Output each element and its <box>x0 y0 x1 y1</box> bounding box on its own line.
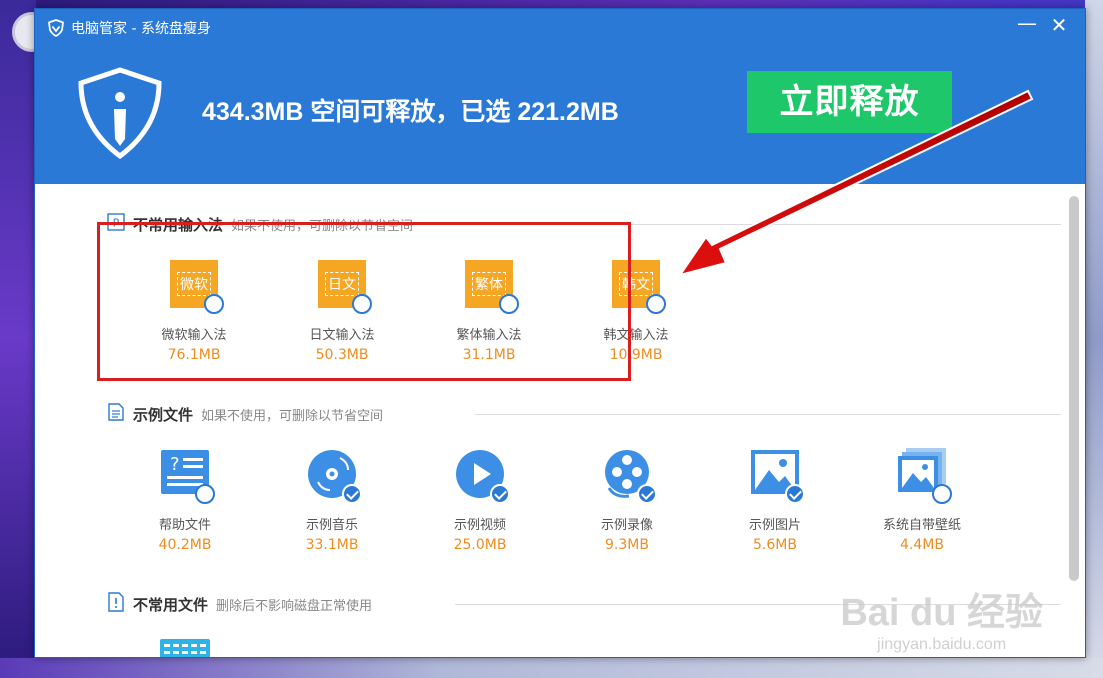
scrollbar-thumb[interactable] <box>1069 196 1079 581</box>
sample-item-music[interactable]: 示例音乐 33.1MB <box>272 446 392 553</box>
file-alert-icon <box>107 592 125 616</box>
watermark-sub: jingyan.baidu.com <box>877 636 1007 653</box>
section-divider <box>475 414 1061 415</box>
ime-korean-checkbox[interactable] <box>646 294 666 314</box>
sample-recording-checkbox[interactable] <box>637 484 657 504</box>
sample-item-recording[interactable]: 示例录像 9.3MB <box>567 446 687 553</box>
item-label: 示例录像 <box>600 518 653 533</box>
sample-picture-checkbox[interactable] <box>785 484 805 504</box>
item-size: 40.2MB <box>158 537 212 553</box>
item-label: 示例视频 <box>453 518 506 533</box>
item-label: 示例音乐 <box>305 518 358 533</box>
close-button[interactable]: ✕ <box>1047 15 1071 35</box>
item-size: 5.6MB <box>753 537 797 553</box>
section-title-rare: 不常用文件 <box>133 595 209 614</box>
section-header-rare: 不常用文件 删除后不影响磁盘正常使用 <box>107 592 373 616</box>
minimize-button[interactable]: — <box>1015 13 1039 33</box>
keyboard-icon[interactable] <box>160 639 210 657</box>
shield-logo-icon <box>47 19 65 37</box>
shield-info-icon <box>77 67 163 163</box>
section-title-samples: 示例文件 <box>133 405 194 424</box>
item-size: 9.3MB <box>605 537 649 553</box>
sample-music-checkbox[interactable] <box>342 484 362 504</box>
section-desc-samples: 如果不使用，可删除以节省空间 <box>201 408 384 424</box>
window-title: 电脑管家 - 系统盘瘦身 <box>71 21 211 37</box>
baidu-watermark: Bai du 经验 jingyan.baidu.com <box>840 581 1043 654</box>
item-label: 帮助文件 <box>158 518 211 533</box>
sample-item-video[interactable]: 示例视频 25.0MB <box>420 446 540 553</box>
document-icon <box>107 403 125 425</box>
annotation-arrow-icon <box>677 89 1034 277</box>
item-size: 25.0MB <box>453 537 507 553</box>
desktop-background-right <box>1085 0 1103 678</box>
annotation-highlight-box <box>97 222 631 381</box>
sample-help-checkbox[interactable] <box>195 484 215 504</box>
sample-item-wallpaper[interactable]: 系统自带壁纸 4.4MB <box>862 446 982 553</box>
item-size: 33.1MB <box>305 537 359 553</box>
sample-item-help[interactable]: ? 帮助文件 40.2MB <box>125 446 245 553</box>
sample-item-picture[interactable]: 示例图片 5.6MB <box>715 446 835 553</box>
space-summary-headline: 434.3MB 空间可释放，已选 221.2MB <box>202 98 619 126</box>
desktop-background-left <box>0 0 36 678</box>
sample-wallpaper-checkbox[interactable] <box>932 484 952 504</box>
title-bar: 电脑管家 - 系统盘瘦身 <box>47 17 211 39</box>
item-size: 4.4MB <box>900 537 944 553</box>
section-desc-rare: 删除后不影响磁盘正常使用 <box>216 598 373 614</box>
watermark-main: Bai du 经验 <box>840 592 1043 634</box>
desktop-background-bottom <box>0 658 1103 678</box>
item-label: 系统自带壁纸 <box>882 518 961 533</box>
svg-text:?: ? <box>170 454 180 475</box>
sample-video-checkbox[interactable] <box>490 484 510 504</box>
item-label: 示例图片 <box>748 518 801 533</box>
section-header-samples: 示例文件 如果不使用，可删除以节省空间 <box>107 403 383 425</box>
